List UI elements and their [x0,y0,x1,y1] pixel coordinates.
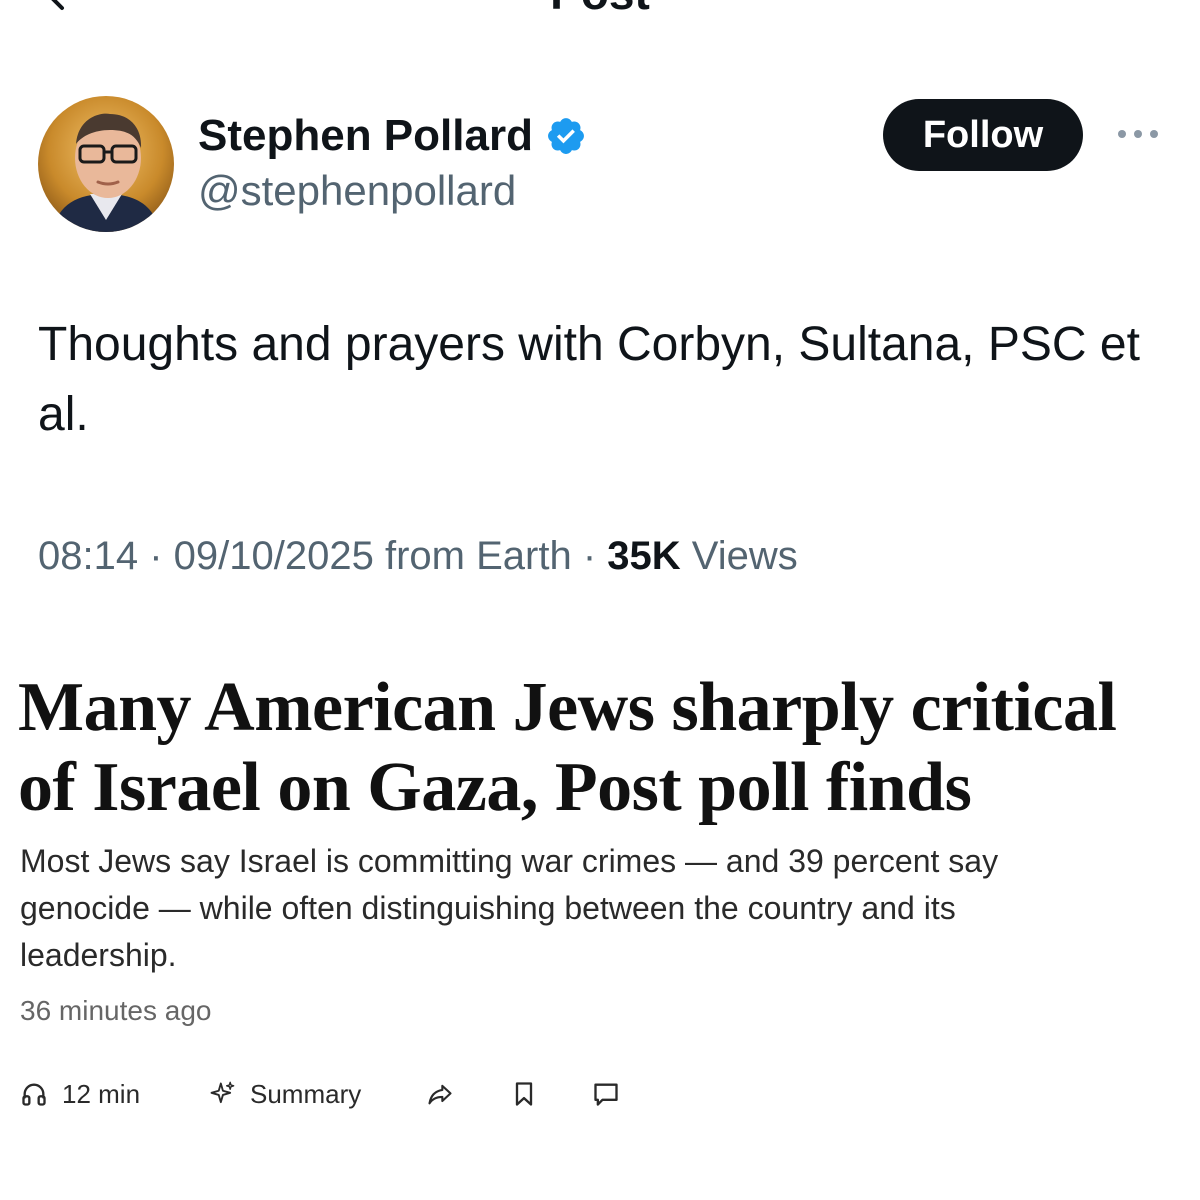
comment-button[interactable] [592,1072,620,1116]
meta-separator: · [149,534,174,578]
verified-badge-icon [548,118,584,154]
views-label: Views [691,534,798,578]
summary-label: Summary [250,1078,362,1109]
share-button[interactable] [426,1072,454,1116]
top-bar: Post [0,0,1200,20]
views-count[interactable]: 35K [607,534,680,578]
author-name-row[interactable]: Stephen Pollard [198,108,587,164]
bookmark-icon [515,1082,533,1106]
post-source: from Earth [385,534,572,578]
post-date[interactable]: 09/10/2025 [174,534,374,578]
page-title: Post [0,0,1200,16]
article-timestamp: 36 minutes ago [20,995,212,1026]
sparkle-icon [210,1081,235,1104]
author-display-name[interactable]: Stephen Pollard [198,108,533,164]
follow-button[interactable]: Follow [883,99,1083,171]
author-handle[interactable]: @stephenpollard [198,163,516,219]
comment-icon [594,1083,618,1106]
post-metadata: 08:14 · 09/10/2025 from Earth · 35K View… [38,530,798,582]
listen-duration: 12 min [62,1078,141,1109]
article-deck: Most Jews say Israel is committing war c… [20,843,999,973]
share-icon [428,1084,452,1105]
listen-button[interactable]: 12 min [20,1072,140,1116]
article-action-bar: 12 min Summary [20,1072,660,1116]
meta-separator: · [582,534,608,578]
post-time[interactable]: 08:14 [38,534,138,578]
article-headline: Many American Jews sharply critical of I… [18,669,1117,826]
post-text: Thoughts and prayers with Corbyn, Sultan… [38,318,1140,441]
avatar[interactable] [38,96,174,232]
headphones-icon [22,1083,46,1106]
avatar-photo [38,96,174,232]
bookmark-button[interactable] [510,1072,538,1116]
more-options-icon[interactable] [1114,122,1162,146]
summary-button[interactable]: Summary [208,1072,361,1116]
